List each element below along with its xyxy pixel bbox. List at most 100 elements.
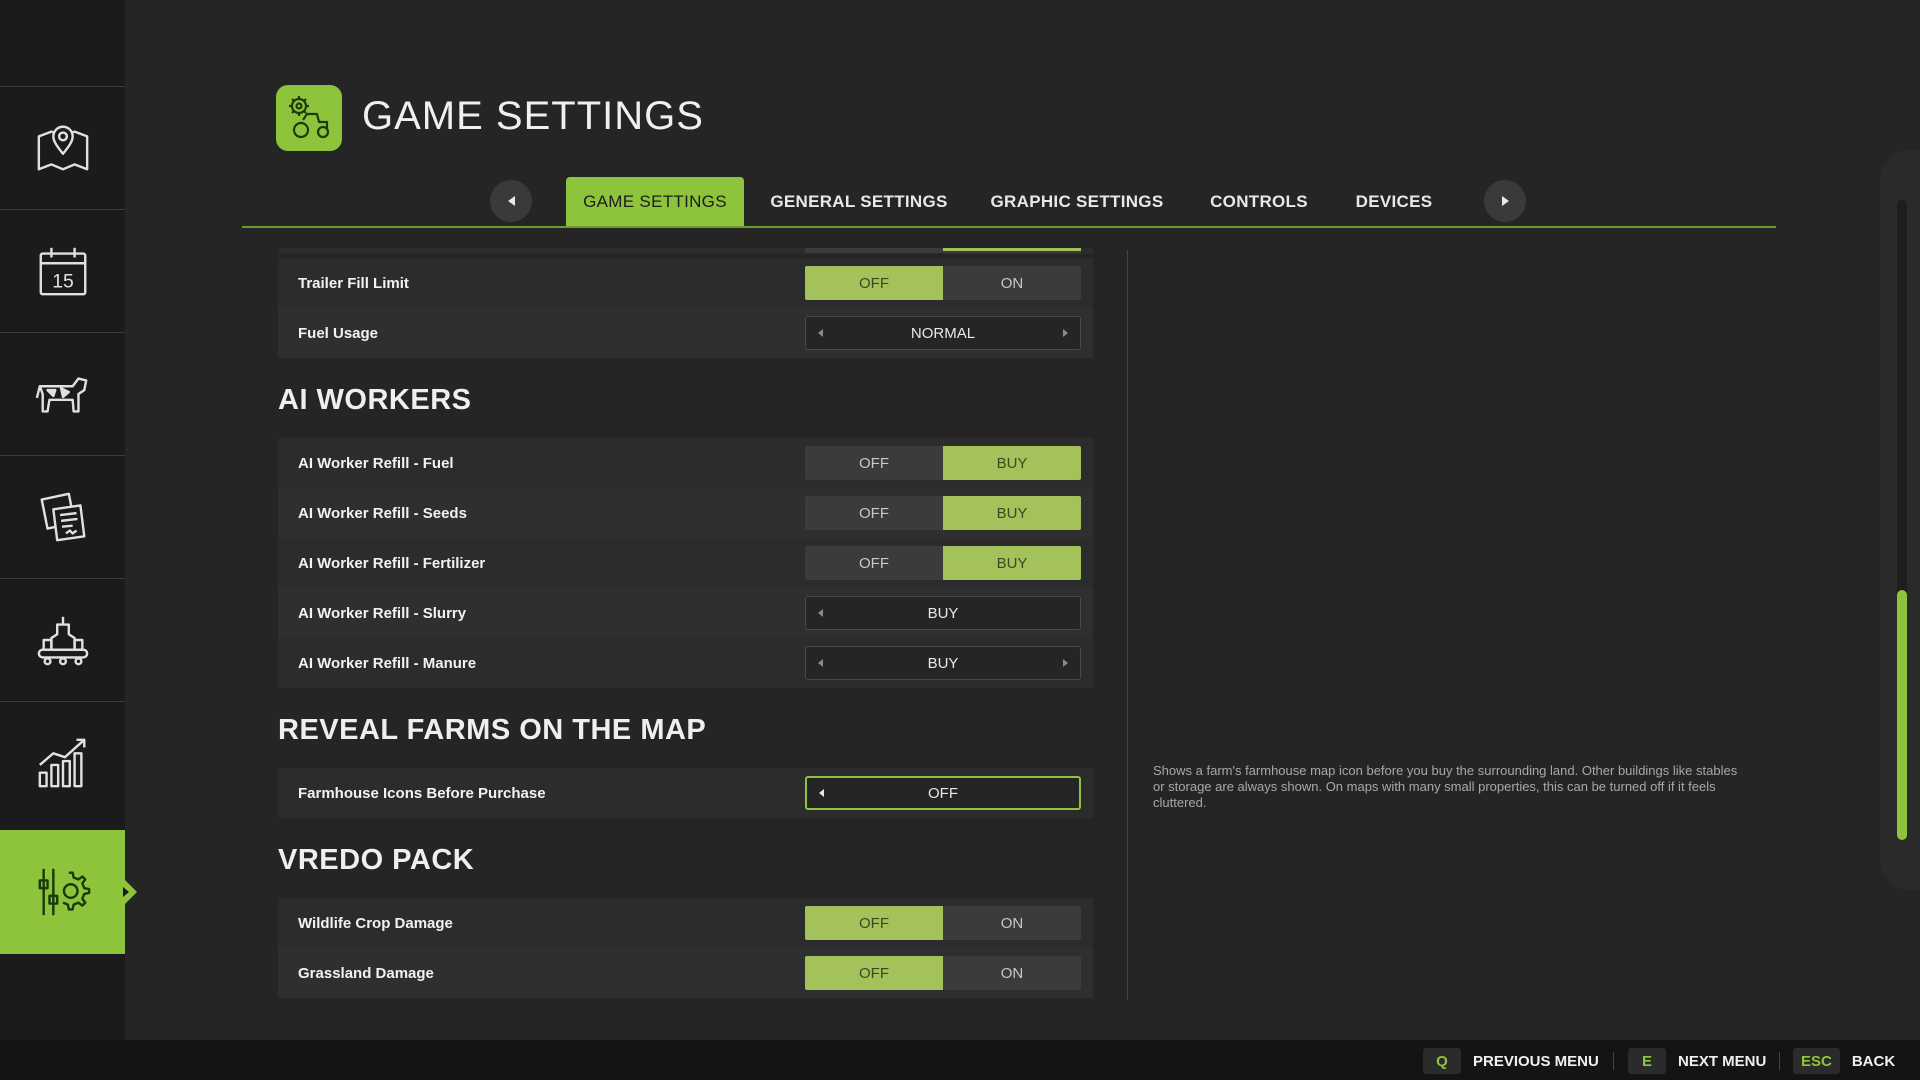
calendar-icon: 15 (39, 247, 86, 295)
toggle-off-option[interactable]: OFF (805, 906, 943, 940)
toggle-off-option[interactable]: OFF (805, 446, 943, 480)
svg-text:15: 15 (52, 271, 74, 292)
setting-label: AI Worker Refill - Slurry (298, 604, 467, 622)
setting-label: Fuel Usage (298, 324, 379, 342)
setting-label: Trailer Fill Limit (298, 274, 409, 292)
arrow-right-icon[interactable] (1063, 329, 1068, 337)
previous-tab-button[interactable] (490, 180, 532, 222)
toggle-buy-option[interactable]: BUY (943, 546, 1081, 580)
statistics-icon (38, 738, 85, 787)
ai-refill-fuel-toggle[interactable]: OFF BUY (805, 446, 1081, 480)
trailer-fill-limit-toggle[interactable]: OFF ON (805, 266, 1081, 300)
active-indicator-arrow (123, 880, 137, 904)
setting-row-ai-refill-manure[interactable]: AI Worker Refill - Manure BUY (278, 638, 1093, 688)
settings-icon (38, 868, 90, 916)
map-icon (37, 125, 88, 170)
ai-refill-manure-selector[interactable]: BUY (805, 646, 1081, 680)
panel-divider (1127, 250, 1128, 1000)
setting-row-ai-refill-fuel[interactable]: AI Worker Refill - Fuel OFF BUY (278, 438, 1093, 488)
toggle-off-option[interactable]: OFF (805, 956, 943, 990)
scrollbar-track[interactable] (1897, 200, 1907, 840)
arrow-left-icon[interactable] (818, 609, 823, 617)
fuel-usage-selector[interactable]: NORMAL (805, 316, 1081, 350)
arrow-right-icon[interactable] (1063, 659, 1068, 667)
arrow-left-icon (507, 196, 515, 206)
section-title-reveal-farms: REVEAL FARMS ON THE MAP (278, 714, 707, 746)
setting-row-ai-refill-fertilizer[interactable]: AI Worker Refill - Fertilizer OFF BUY (278, 538, 1093, 588)
setting-label: AI Worker Refill - Manure (298, 654, 477, 672)
hint-label: BACK (1851, 1052, 1896, 1070)
selector-value: OFF (928, 784, 958, 802)
tab-game-settings[interactable]: GAME SETTINGS (566, 177, 744, 227)
setting-label: Wildlife Crop Damage (298, 914, 453, 932)
toggle-off-option[interactable]: OFF (805, 266, 943, 300)
selector-value: BUY (927, 604, 959, 622)
setting-label: Farmhouse Icons Before Purchase (298, 784, 546, 802)
scrollbar-thumb[interactable] (1897, 590, 1907, 840)
hint-separator (1613, 1052, 1614, 1070)
toggle-buy-option[interactable]: BUY (943, 496, 1081, 530)
toggle-on-option[interactable]: ON (943, 266, 1081, 300)
partial-row (278, 248, 1093, 254)
setting-row-trailer-fill-limit[interactable]: Trailer Fill Limit OFF ON (278, 258, 1093, 308)
sidebar-item-animals[interactable] (0, 332, 125, 454)
setting-row-ai-refill-slurry[interactable]: AI Worker Refill - Slurry BUY (278, 588, 1093, 638)
farmhouse-icons-selector[interactable]: OFF (805, 776, 1081, 810)
ai-refill-fertilizer-toggle[interactable]: OFF BUY (805, 546, 1081, 580)
setting-row-wildlife-crop-damage[interactable]: Wildlife Crop Damage OFF ON (278, 898, 1093, 948)
sidebar-item-calendar[interactable]: 15 (0, 209, 125, 331)
arrow-left-icon[interactable] (818, 329, 823, 337)
setting-row-ai-refill-seeds[interactable]: AI Worker Refill - Seeds OFF BUY (278, 488, 1093, 538)
cow-icon (35, 376, 87, 413)
production-icon (37, 616, 88, 665)
hint-separator (1779, 1052, 1780, 1070)
sidebar-item-production[interactable] (0, 578, 125, 700)
sidebar-item-settings[interactable] (0, 830, 137, 954)
setting-row-farmhouse-icons[interactable]: Farmhouse Icons Before Purchase OFF (278, 768, 1093, 818)
setting-label: AI Worker Refill - Fuel (298, 454, 454, 472)
tab-controls[interactable]: CONTROLS (1204, 177, 1314, 227)
previous-menu-button[interactable]: Q PREVIOUS MENU (1423, 1048, 1599, 1074)
sidebar-item-map[interactable] (0, 86, 125, 208)
next-tab-button[interactable] (1484, 180, 1526, 222)
sidebar-item-contracts[interactable] (0, 455, 125, 577)
section-title-ai-workers: AI WORKERS (278, 384, 472, 416)
setting-row-fuel-usage[interactable]: Fuel Usage NORMAL (278, 308, 1093, 358)
toggle-buy-option[interactable]: BUY (943, 446, 1081, 480)
sidebar-item-statistics[interactable] (0, 701, 125, 823)
page-title: GAME SETTINGS (362, 94, 704, 138)
arrow-left-icon[interactable] (819, 789, 824, 797)
section-title-vredo-pack: VREDO PACK (278, 844, 475, 876)
key-hint: Q (1423, 1048, 1461, 1074)
next-menu-button[interactable]: E NEXT MENU (1628, 1048, 1766, 1074)
key-hint: E (1628, 1048, 1666, 1074)
hint-label: PREVIOUS MENU (1473, 1052, 1599, 1070)
key-hint: ESC (1793, 1048, 1840, 1074)
game-settings-title-icon (276, 85, 342, 151)
setting-label: Grassland Damage (298, 964, 434, 982)
toggle-off-option[interactable]: OFF (805, 546, 943, 580)
contracts-icon (40, 492, 85, 541)
toggle-off-option[interactable]: OFF (805, 496, 943, 530)
selector-value: NORMAL (910, 324, 976, 342)
toggle-on-option[interactable]: ON (943, 956, 1081, 990)
tab-general-settings[interactable]: GENERAL SETTINGS (768, 177, 950, 227)
tractor-gear-icon (289, 96, 330, 139)
sidebar: 15 (0, 0, 137, 1040)
setting-row-grassland-damage[interactable]: Grassland Damage OFF ON (278, 948, 1093, 998)
back-button[interactable]: ESC BACK (1793, 1048, 1895, 1074)
selector-value: BUY (927, 654, 959, 672)
tab-graphic-settings[interactable]: GRAPHIC SETTINGS (984, 177, 1170, 227)
wildlife-crop-damage-toggle[interactable]: OFF ON (805, 906, 1081, 940)
grassland-damage-toggle[interactable]: OFF ON (805, 956, 1081, 990)
tab-devices[interactable]: DEVICES (1348, 177, 1440, 227)
arrow-right-icon (1501, 196, 1509, 206)
bottom-hint-bar: Q PREVIOUS MENU E NEXT MENU ESC BACK (0, 1040, 1920, 1080)
ai-refill-slurry-selector[interactable]: BUY (805, 596, 1081, 630)
ai-refill-seeds-toggle[interactable]: OFF BUY (805, 496, 1081, 530)
arrow-left-icon[interactable] (818, 659, 823, 667)
setting-label: AI Worker Refill - Seeds (298, 504, 467, 522)
toggle-on-option[interactable]: ON (943, 906, 1081, 940)
setting-label: AI Worker Refill - Fertilizer (298, 554, 486, 572)
hint-label: NEXT MENU (1678, 1052, 1767, 1070)
